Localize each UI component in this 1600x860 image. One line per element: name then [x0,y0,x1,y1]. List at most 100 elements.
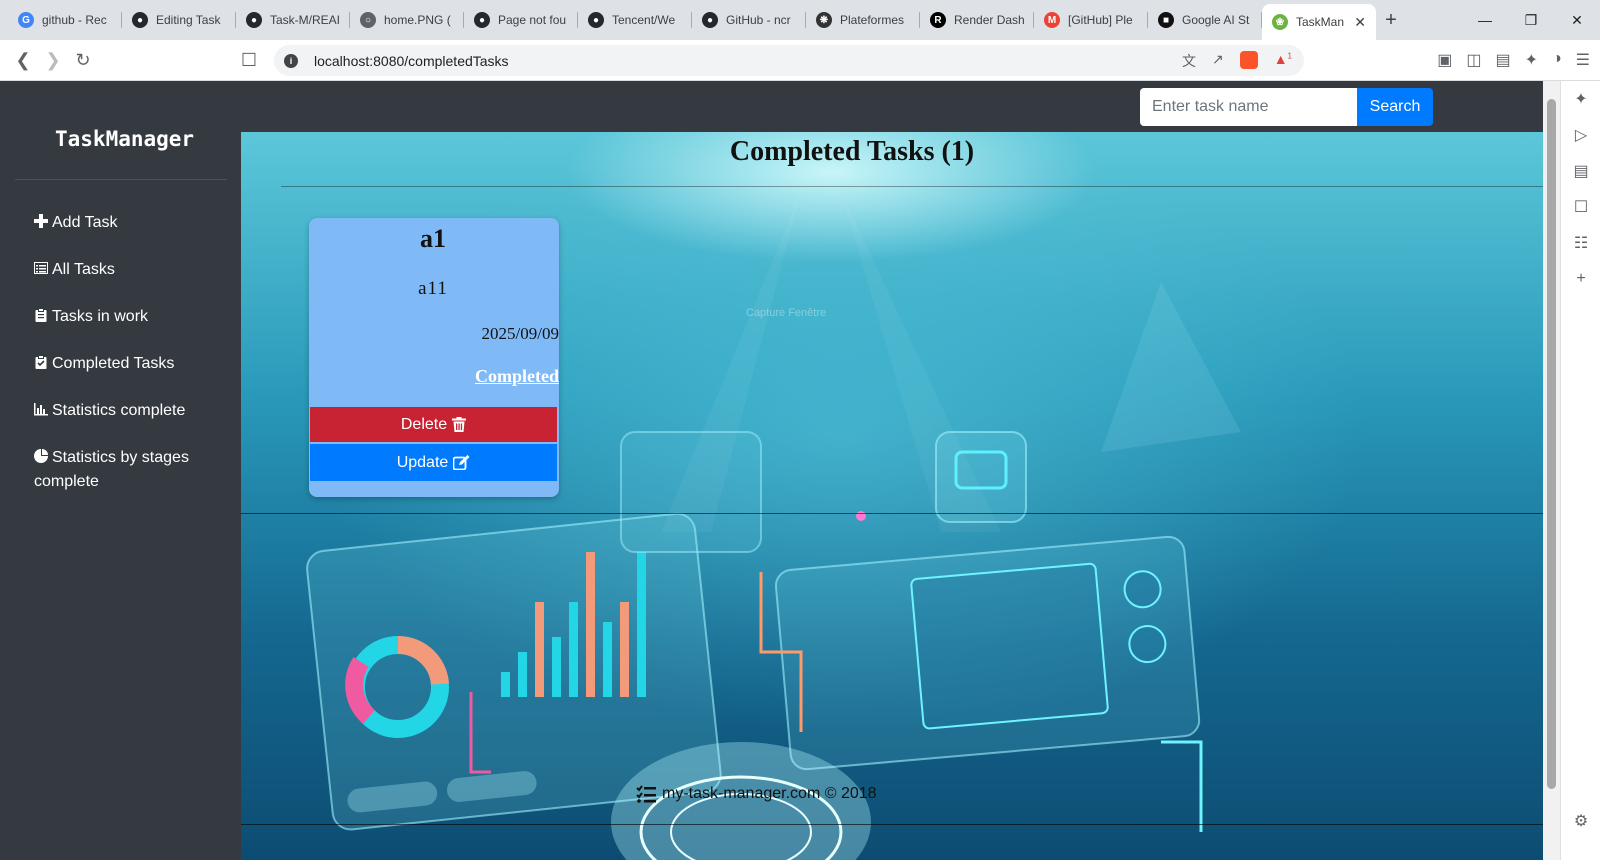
globe-icon: ○ [360,12,376,28]
browser-tab[interactable]: Ggithub - Rec [8,0,122,40]
browser-tab[interactable]: ❋ Plateformes [806,0,920,40]
trash-icon [452,417,467,432]
sidebar-item-add-task[interactable]: Add Task [34,211,214,235]
address-bar: ❮ ❯ ↻ ☐ i localhost:8080/completedTasks … [0,40,1600,81]
browser-sidebar: ✦ ▷ ▤ ☐ ☷ + ⚙ [1560,81,1600,860]
tab-title: Plateformes [840,13,905,27]
bar-chart-icon [34,403,48,416]
brave-shield-icon[interactable] [1239,51,1258,69]
new-tab-button[interactable]: + [1376,9,1406,32]
sidebar-item-label: Add Task [52,214,118,231]
tab-title: Editing Task [156,13,221,27]
background-text: Capture Fenêtre [746,307,827,319]
share-icon[interactable]: ↗ [1212,51,1224,71]
sidebar-item-label: All Tasks [52,261,115,278]
tab-title: Task-M/REAI [270,13,340,27]
task-date: 2025/09/09 [481,324,559,343]
brave-rewards-icon[interactable]: ▲1 [1274,51,1292,71]
bookmarks-sidebar-icon[interactable]: ☐ [1561,189,1600,225]
translate-icon[interactable]: 文 [1182,51,1196,71]
browser-tab[interactable]: R Render Dash [920,0,1034,40]
vpn-icon[interactable]: ◑ [1552,50,1562,70]
task-card: a1 a11 2025/09/09 Completed Delete Updat… [309,218,559,497]
render-icon: R [930,12,946,28]
browser-tab[interactable]: ○ home.PNG ( [350,0,464,40]
sidebar-item-label: Completed Tasks [52,355,175,372]
bookmark-icon[interactable]: ☐ [234,50,264,71]
update-button[interactable]: Update [310,444,557,481]
tab-title: Tencent/We [612,13,676,27]
sidebar-item-completed-tasks[interactable]: Completed Tasks [34,352,214,376]
reader-icon[interactable]: ▣ [1437,50,1452,70]
sidebar-divider [15,179,227,180]
sidebar-toggle-icon[interactable]: ◫ [1466,50,1481,70]
omnibox[interactable]: i localhost:8080/completedTasks 文 ↗ ▲1 [274,45,1304,76]
back-button[interactable]: ❮ [8,50,38,71]
toolbar-icons: ▣ ◫ ▤ ✦ ◑ ☰ [1437,50,1590,70]
tab-title: github - Rec [42,13,107,27]
minimize-button[interactable]: — [1462,0,1508,40]
url-text[interactable]: localhost:8080/completedTasks [314,53,509,69]
add-panel-icon[interactable]: + [1561,261,1600,297]
sidebar-item-tasks-in-work[interactable]: Tasks in work [34,305,214,329]
github-icon: ● [474,12,490,28]
scrollbar-thumb[interactable] [1547,99,1556,789]
sidebar-item-statistics-by-stages[interactable]: Statistics by stages complete [34,446,214,494]
browser-tab[interactable]: ❀ TaskMan ✕ [1262,4,1376,40]
search-input[interactable] [1140,88,1357,126]
close-window-button[interactable]: ✕ [1554,0,1600,40]
leo-sidebar-icon[interactable]: ✦ [1561,81,1600,117]
wallet-icon[interactable]: ▤ [1495,50,1510,70]
github-icon: ● [246,12,262,28]
sidebar-item-all-tasks[interactable]: All Tasks [34,258,214,282]
plus-icon [34,214,48,228]
list-icon [34,262,48,274]
brand-logo[interactable]: TaskManager [55,127,194,151]
browser-tab-bar: Ggithub - Rec ● Editing Task ● Task-M/REAI ○ h… [0,0,1600,40]
browser-tab[interactable]: ● Page not fou [464,0,578,40]
menu-icon[interactable]: ☰ [1576,50,1590,70]
maximize-button[interactable]: ❐ [1508,0,1554,40]
settings-gear-icon[interactable]: ⚙ [1561,803,1600,839]
page-title: Completed Tasks (1) [729,136,975,167]
omnibox-actions: 文 ↗ ▲1 [1182,51,1292,71]
browser-tab[interactable]: ■ Google AI St [1148,0,1262,40]
forward-button[interactable]: ❯ [38,50,68,71]
tasks-list-icon [636,785,656,803]
tab-title: Google AI St [1182,13,1250,27]
sidebar-item-label: Statistics complete [52,402,186,419]
sidebar-item-label: Statistics by stages complete [34,449,189,490]
pie-chart-icon [34,449,48,463]
leo-ai-icon[interactable]: ✦ [1525,50,1538,70]
browser-tab[interactable]: ● Editing Task [122,0,236,40]
page-scrollbar[interactable] [1543,81,1560,860]
tab-title: Render Dash [954,13,1024,27]
search-button[interactable]: Search [1357,88,1433,126]
browser-tab[interactable]: M [GitHub] Ple [1034,0,1148,40]
tab-strip: Ggithub - Rec ● Editing Task ● Task-M/REAI ○ h… [0,0,1376,40]
task-description: a11 [418,278,448,299]
tab-title: Page not fou [498,13,567,27]
close-tab-icon[interactable]: ✕ [1354,14,1366,31]
reload-button[interactable]: ↻ [68,50,98,71]
player-icon[interactable]: ▷ [1561,117,1600,153]
rewards-badge: 1 [1287,51,1292,61]
task-status-link[interactable]: Completed [475,366,559,387]
browser-tab[interactable]: ● GitHub - ncr [692,0,806,40]
task-name: a1 [420,224,446,253]
sidebar-item-statistics-complete[interactable]: Statistics complete [34,399,214,423]
site-info-icon[interactable]: i [284,53,298,68]
sidebar-item-label: Tasks in work [52,308,149,325]
title-divider [281,186,1543,187]
search-form: Search [1140,88,1433,126]
tab-title: TaskMan [1296,15,1345,29]
browser-tab[interactable]: ● Task-M/REAI [236,0,350,40]
wallet-sidebar-icon[interactable]: ▤ [1561,153,1600,189]
sidebar: TaskManager Add Task All Tasks Tasks in … [0,81,241,860]
delete-button[interactable]: Delete [310,407,557,442]
reading-list-icon[interactable]: ☷ [1561,225,1600,261]
clipboard-check-icon [35,355,47,369]
footer: my-task-manager.com © 2018 [636,785,877,803]
browser-tab[interactable]: ● Tencent/We [578,0,692,40]
clipboard-icon [35,308,47,322]
